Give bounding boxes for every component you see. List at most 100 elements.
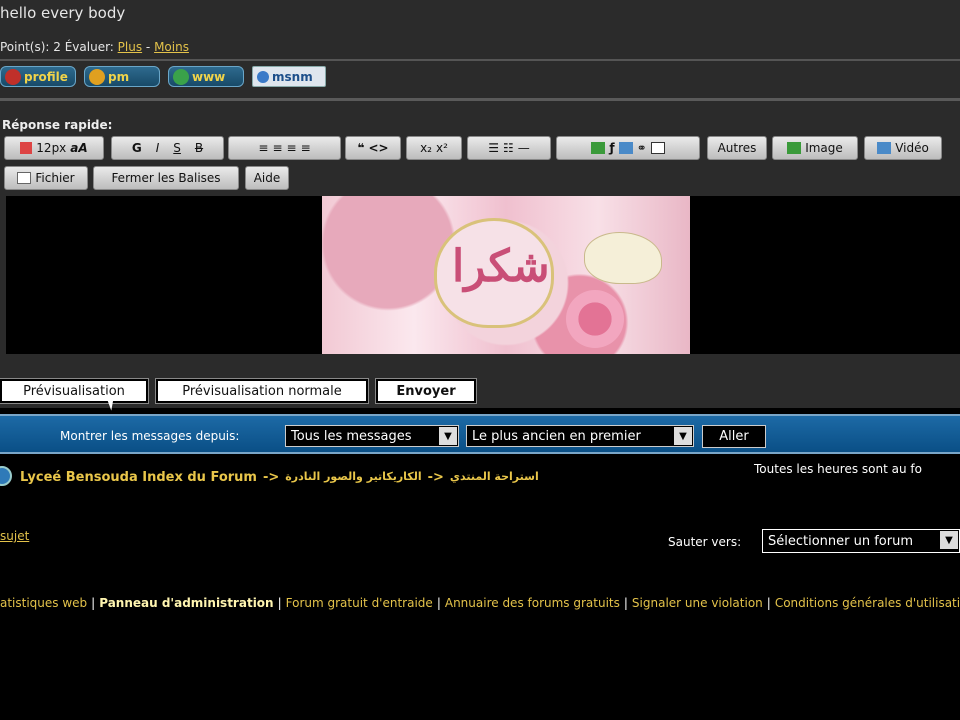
- timezone-note: Toutes les heures sont au fo: [754, 462, 922, 476]
- terms-link[interactable]: Conditions générales d'utilisation: [775, 596, 960, 610]
- chevron-down-icon: ▼: [439, 427, 457, 445]
- thank-you-sticker-image: شكرا: [322, 196, 690, 354]
- directory-link[interactable]: Annuaire des forums gratuits: [445, 596, 620, 610]
- italic-button[interactable]: I: [156, 141, 160, 155]
- www-label: www: [192, 69, 226, 84]
- justify-icon[interactable]: ≡: [301, 141, 311, 155]
- image-label: Image: [805, 141, 843, 155]
- jump-value: Sélectionner un forum: [768, 533, 914, 549]
- moins-link[interactable]: Moins: [154, 40, 189, 54]
- reply-actions: Prévisualisation Prévisualisation normal…: [0, 378, 477, 404]
- jump-label: Sauter vers:: [668, 535, 742, 549]
- underline-button[interactable]: S: [173, 141, 181, 155]
- align-left-icon[interactable]: ≡: [258, 141, 268, 155]
- go-button[interactable]: Aller: [702, 425, 766, 448]
- jump-select[interactable]: Sélectionner un forum ▼: [762, 529, 960, 553]
- number-list-icon[interactable]: ☷: [503, 141, 514, 155]
- forum-globe-icon: [0, 466, 12, 486]
- send-button[interactable]: Envoyer: [375, 378, 477, 404]
- breadcrumb-index-link[interactable]: Lyceé Bensouda Index du Forum: [20, 470, 257, 485]
- points-label: Point(s): 2 Évaluer:: [0, 40, 118, 54]
- breadcrumb-category-2[interactable]: الكاريكاتير والصور النادرة: [285, 470, 421, 485]
- help-button[interactable]: Aide: [245, 166, 289, 190]
- divider: [0, 59, 960, 61]
- flash-icon[interactable]: ƒ: [609, 141, 614, 155]
- since-value: Tous les messages: [291, 428, 412, 444]
- code-icon[interactable]: <>: [368, 141, 388, 155]
- sub-sup-group: x₂ x²: [406, 136, 462, 160]
- image-button[interactable]: Image: [772, 136, 858, 160]
- preview-button[interactable]: Prévisualisation: [0, 378, 149, 404]
- pm-label: pm: [108, 69, 130, 84]
- breadcrumb-arrow: ->: [427, 470, 444, 485]
- post-block: hello every body Point(s): 2 Évaluer: Pl…: [0, 0, 960, 98]
- list-group: ☰ ☷ —: [467, 136, 551, 160]
- quote-icon[interactable]: ❝: [357, 141, 364, 155]
- breadcrumb-arrow: ->: [262, 470, 280, 485]
- subscript-icon[interactable]: x₂: [420, 141, 432, 155]
- fichier-label: Fichier: [35, 171, 75, 185]
- insert-group: ƒ ⚭: [556, 136, 700, 160]
- profile-label: profile: [24, 69, 68, 84]
- quick-reply-panel: Réponse rapide: 12px aA G I S B ≡ ≡ ≡ ≡ ❝ <> …: [0, 98, 960, 408]
- quote-code-group: ❝ <>: [345, 136, 401, 160]
- points-dash: -: [142, 40, 155, 54]
- bold-button[interactable]: G: [132, 141, 142, 155]
- www-button[interactable]: www: [168, 66, 244, 87]
- chevron-down-icon: ▼: [940, 531, 958, 549]
- footer-links: atistiques web | Panneau d'administration |…: [0, 596, 960, 610]
- dove-shape: [584, 232, 662, 284]
- profile-icon: [5, 68, 21, 85]
- post-message: hello every body: [0, 4, 126, 22]
- image-insert-icon[interactable]: [591, 142, 606, 154]
- superscript-icon[interactable]: x²: [436, 141, 448, 155]
- breadcrumb-category-1[interactable]: استراحة المنتدي: [450, 470, 539, 485]
- hr-icon[interactable]: —: [518, 141, 530, 155]
- since-select[interactable]: Tous les messages ▼: [285, 425, 459, 447]
- upload-icon[interactable]: [618, 142, 633, 154]
- topic-link[interactable]: sujet: [0, 529, 29, 543]
- post-points: Point(s): 2 Évaluer: Plus - Moins: [0, 40, 189, 54]
- report-link[interactable]: Signaler une violation: [632, 596, 763, 610]
- autres-button[interactable]: Autres: [707, 136, 767, 160]
- align-group: ≡ ≡ ≡ ≡: [228, 136, 341, 160]
- order-select[interactable]: Le plus ancien en premier ▼: [466, 425, 694, 447]
- image-icon: [787, 142, 802, 154]
- fichier-button[interactable]: Fichier: [4, 166, 88, 190]
- font-size-label: 12px: [36, 141, 67, 155]
- admin-panel-link[interactable]: Panneau d'administration: [99, 596, 273, 610]
- font-size-select[interactable]: 12px aA: [4, 136, 104, 160]
- table-icon[interactable]: [650, 142, 665, 154]
- video-icon: [877, 142, 892, 154]
- close-tags-button[interactable]: Fermer les Balises: [93, 166, 239, 190]
- strike-button[interactable]: B: [195, 141, 203, 155]
- order-value: Le plus ancien en premier: [472, 428, 641, 444]
- align-center-icon[interactable]: ≡: [272, 141, 282, 155]
- bullet-list-icon[interactable]: ☰: [488, 141, 499, 155]
- video-button[interactable]: Vidéo: [864, 136, 942, 160]
- format-group: G I S B: [111, 136, 224, 160]
- breadcrumb: Lyceé Bensouda Index du Forum -> الكاريك…: [20, 470, 539, 485]
- msn-icon: [257, 70, 269, 83]
- video-label: Vidéo: [895, 141, 929, 155]
- plus-link[interactable]: Plus: [118, 40, 142, 54]
- link-icon[interactable]: ⚭: [637, 141, 647, 155]
- msn-label: msnm: [272, 69, 313, 84]
- pm-button[interactable]: pm: [84, 66, 160, 87]
- preview-normal-button[interactable]: Prévisualisation normale: [155, 378, 369, 404]
- filter-label: Montrer les messages depuis:: [60, 429, 240, 443]
- file-icon: [17, 172, 32, 184]
- free-forum-link[interactable]: Forum gratuit d'entraide: [286, 596, 433, 610]
- align-right-icon[interactable]: ≡: [287, 141, 297, 155]
- profile-button[interactable]: profile: [0, 66, 76, 87]
- msn-button[interactable]: msnm: [252, 66, 326, 87]
- chevron-down-icon: ▼: [674, 427, 692, 445]
- message-filter-bar: Montrer les messages depuis: Tous les me…: [0, 414, 960, 454]
- font-icon: [20, 142, 33, 154]
- sticker-text: شكرا: [452, 241, 550, 292]
- stats-link[interactable]: atistiques web: [0, 596, 87, 610]
- quick-reply-title: Réponse rapide:: [2, 118, 113, 132]
- globe-icon: [173, 68, 189, 85]
- message-editor[interactable]: شكرا: [6, 196, 960, 354]
- rose-shape: [566, 290, 624, 348]
